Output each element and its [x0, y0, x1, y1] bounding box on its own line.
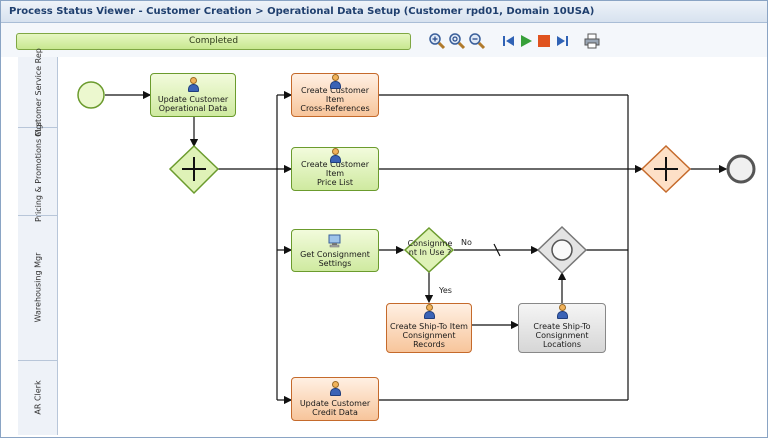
parallel-gateway-split	[168, 144, 220, 195]
task-create-ship-to-records[interactable]: Create Ship-To Item Consignment Records	[386, 303, 472, 353]
parallel-gateway-join	[640, 144, 692, 194]
end-event	[726, 154, 756, 184]
user-icon	[187, 77, 199, 93]
task-create-ship-to-locations[interactable]: Create Ship-To Consignment Locations	[518, 303, 606, 353]
task-get-consignment-settings[interactable]: Get Consignment Settings	[291, 229, 379, 272]
user-icon	[423, 304, 435, 320]
gateway-question: Consignme nt In Use ?	[407, 239, 453, 257]
user-icon	[329, 148, 341, 163]
no-label: No	[461, 238, 472, 247]
start-event	[77, 81, 105, 109]
user-icon	[329, 381, 341, 397]
merge-gateway	[536, 225, 588, 275]
task-update-operational-data[interactable]: Update Customer Operational Data	[150, 73, 236, 117]
user-icon	[329, 74, 341, 89]
yes-label: Yes	[439, 286, 452, 295]
user-icon	[556, 304, 568, 320]
task-create-cross-references[interactable]: Create Customer Item Cross-References	[291, 73, 379, 117]
process-flow-diagram	[77, 81, 756, 405]
task-update-credit-data[interactable]: Update Customer Credit Data	[291, 377, 379, 421]
computer-icon	[328, 234, 341, 248]
task-create-price-list[interactable]: Create Customer Item Price List	[291, 147, 379, 191]
